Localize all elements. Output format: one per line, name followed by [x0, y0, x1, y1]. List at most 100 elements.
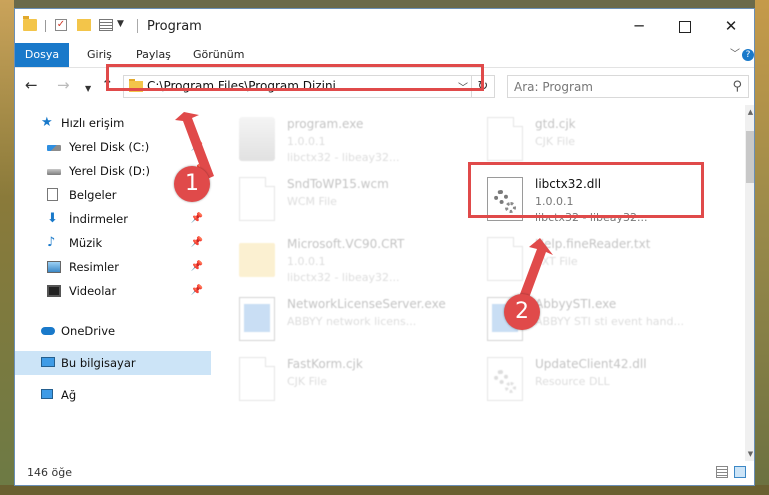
- file-name: Microsoft.VC90.CRT: [287, 237, 405, 251]
- file-name: AbbyySTI.exe: [535, 297, 617, 311]
- status-bar: 146 öğe: [15, 461, 754, 485]
- maximize-button[interactable]: [662, 9, 708, 43]
- pin-icon[interactable]: 📌: [191, 207, 203, 231]
- close-button[interactable]: ✕: [708, 9, 754, 43]
- app-icon: [239, 297, 275, 341]
- file-item[interactable]: FastKorm.cjk CJK File: [221, 353, 461, 409]
- vertical-scrollbar[interactable]: ▲ ▼: [745, 105, 754, 461]
- search-icon[interactable]: ⚲: [732, 79, 742, 94]
- file-item[interactable]: SndToWP15.wcm WCM File: [221, 173, 461, 229]
- videos-icon: [47, 285, 61, 297]
- tiles-view-icon[interactable]: [734, 466, 746, 478]
- file-name: Help.fineReader.txt: [535, 237, 651, 251]
- sidebar-item-label: Bu bilgisayar: [61, 356, 136, 370]
- forward-arrow-icon[interactable]: →: [57, 77, 70, 93]
- sidebar-item-label: Müzik: [69, 236, 103, 250]
- sidebar-item-music[interactable]: ♪ Müzik 📌: [15, 231, 211, 255]
- file-name: SndToWP15.wcm: [287, 177, 389, 191]
- folder-icon: [23, 16, 37, 31]
- sidebar-item-label: Yerel Disk (C:): [69, 140, 150, 154]
- file-detail: CJK File: [287, 375, 328, 388]
- title-bar: ✓ ▼ Program ─ ✕: [15, 9, 754, 43]
- cloud-icon: [41, 327, 55, 335]
- sidebar-item-local-disk-c[interactable]: Yerel Disk (C:) 📌: [15, 135, 211, 159]
- pictures-icon: [47, 261, 61, 273]
- scroll-up-arrow-icon[interactable]: ▲: [745, 105, 754, 119]
- step-badge-2: 2: [504, 294, 540, 330]
- item-count: 146 öğe: [27, 466, 72, 479]
- sidebar-item-pictures[interactable]: Resimler 📌: [15, 255, 211, 279]
- recent-locations-chevron-down-icon[interactable]: ▼: [85, 81, 91, 97]
- pin-icon[interactable]: 📌: [191, 279, 203, 303]
- file-detail: libctx32 - libeay32...: [287, 151, 400, 164]
- address-bar-highlight: [106, 64, 484, 91]
- file-name: NetworkLicenseServer.exe: [287, 297, 446, 311]
- music-icon: ♪: [47, 235, 56, 250]
- pin-icon[interactable]: 📌: [191, 231, 203, 255]
- drive-icon: [47, 169, 61, 175]
- sidebar-item-label: Videolar: [69, 284, 117, 298]
- file-name: program.exe: [287, 117, 364, 131]
- pin-icon[interactable]: 📌: [191, 135, 203, 159]
- properties-icon[interactable]: [99, 19, 113, 31]
- search-input[interactable]: [514, 78, 714, 95]
- file-item[interactable]: program.exe 1.0.0.1 libctx32 - libeay32.…: [221, 113, 461, 169]
- computer-icon: [41, 357, 55, 367]
- scroll-down-arrow-icon[interactable]: ▼: [745, 447, 754, 461]
- help-icon[interactable]: ?: [742, 49, 754, 61]
- file-item[interactable]: AbbyySTI.exe ABBYY STI sti event hand...: [469, 293, 709, 349]
- file-icon: [239, 177, 275, 221]
- sidebar-item-label: İndirmeler: [69, 212, 128, 226]
- expand-ribbon-chevron-down-icon[interactable]: ﹀: [730, 43, 740, 67]
- sidebar-item-this-pc[interactable]: Bu bilgisayar: [15, 351, 211, 375]
- file-detail: 1.0.0.1: [287, 135, 326, 148]
- sidebar-item-network[interactable]: Ağ: [15, 383, 211, 407]
- star-icon: ★: [41, 115, 53, 130]
- file-item[interactable]: NetworkLicenseServer.exe ABBYY network l…: [221, 293, 461, 349]
- sidebar-item-label: Resimler: [69, 260, 119, 274]
- back-arrow-icon[interactable]: ←: [25, 77, 38, 93]
- folder-icon: [239, 243, 275, 277]
- sidebar-item-onedrive[interactable]: OneDrive: [15, 319, 211, 343]
- pin-icon[interactable]: 📌: [191, 255, 203, 279]
- search-box[interactable]: ⚲: [507, 75, 749, 98]
- scroll-thumb[interactable]: [746, 131, 754, 183]
- file-icon: [487, 237, 523, 281]
- details-view-icon[interactable]: [716, 466, 728, 478]
- customize-toolbar-chevron-down-icon[interactable]: ▼: [117, 19, 124, 29]
- navigation-pane: ★ Hızlı erişim Yerel Disk (C:) 📌 Yerel D…: [15, 105, 211, 461]
- file-item[interactable]: Help.fineReader.txt TXT File: [469, 233, 709, 289]
- file-detail: Resource DLL: [535, 375, 610, 388]
- file-detail: CJK File: [535, 135, 576, 148]
- file-detail: TXT File: [535, 255, 578, 268]
- sidebar-item-label: Belgeler: [69, 188, 117, 202]
- desktop-background-left: [0, 0, 14, 495]
- file-detail: libctx32 - libeay32...: [287, 271, 400, 284]
- sidebar-item-label: Hızlı erişim: [61, 116, 125, 130]
- drive-icon: [47, 145, 61, 151]
- file-icon: [239, 357, 275, 401]
- file-list: program.exe 1.0.0.1 libctx32 - libeay32.…: [211, 105, 745, 461]
- tab-file[interactable]: Dosya: [15, 43, 69, 67]
- file-item[interactable]: UpdateClient42.dll Resource DLL: [469, 353, 709, 409]
- file-icon: [487, 117, 523, 161]
- exe-icon: [239, 117, 275, 161]
- network-icon: [41, 389, 53, 399]
- checkbox-properties-icon[interactable]: ✓: [55, 19, 67, 31]
- minimize-button[interactable]: ─: [616, 9, 662, 43]
- step-badge-1: 1: [174, 166, 210, 202]
- dll-gear-icon: [487, 357, 523, 401]
- desktop-background-right: [755, 0, 769, 495]
- file-detail: ABBYY STI sti event hand...: [535, 315, 684, 328]
- file-detail: WCM File: [287, 195, 337, 208]
- new-folder-icon[interactable]: [77, 19, 91, 31]
- download-icon: ⬇: [47, 211, 58, 226]
- sidebar-item-label: Ağ: [61, 388, 77, 402]
- sidebar-item-downloads[interactable]: ⬇ İndirmeler 📌: [15, 207, 211, 231]
- file-name: FastKorm.cjk: [287, 357, 363, 371]
- sidebar-item-quick-access[interactable]: ★ Hızlı erişim: [15, 111, 211, 135]
- toolbar-separator: [137, 19, 138, 33]
- sidebar-item-videos[interactable]: Videolar 📌: [15, 279, 211, 303]
- file-item[interactable]: Microsoft.VC90.CRT 1.0.0.1 libctx32 - li…: [221, 233, 461, 289]
- file-item[interactable]: gtd.cjk CJK File: [469, 113, 709, 169]
